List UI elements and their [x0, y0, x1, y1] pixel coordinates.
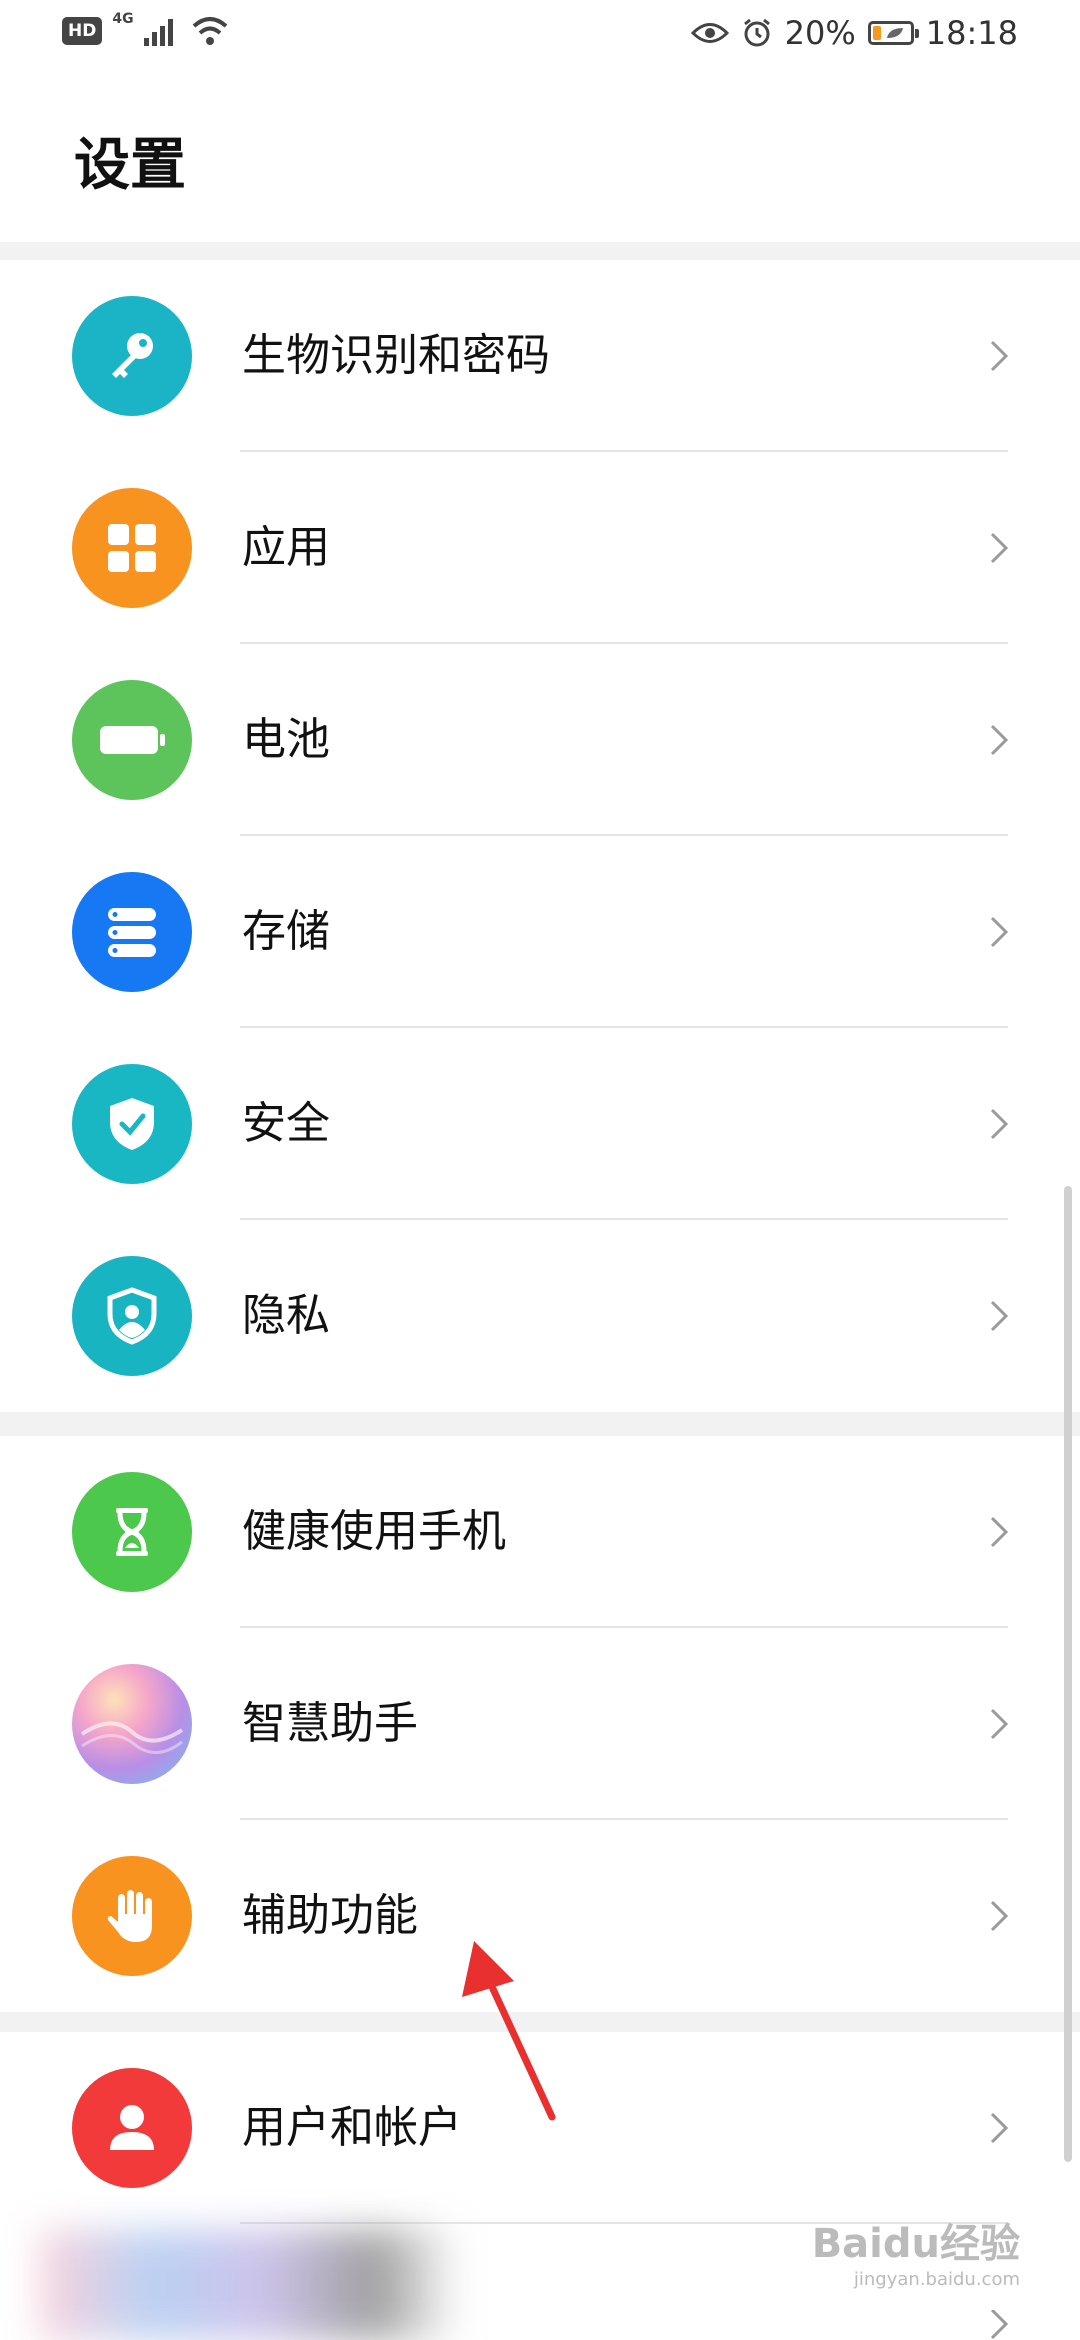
hand-icon — [72, 1856, 192, 1976]
settings-item-label: 应用 — [242, 522, 330, 573]
page-title: 设置 — [74, 133, 186, 198]
status-right: 20% 18:18 — [690, 14, 1018, 52]
settings-item-apps[interactable]: 应用 — [0, 452, 1080, 644]
chevron-right-icon — [990, 340, 1009, 372]
section-gap — [0, 242, 1080, 260]
status-time: 18:18 — [925, 14, 1018, 52]
section-gap — [0, 1412, 1080, 1436]
wifi-icon — [192, 17, 227, 45]
apps-icon — [72, 488, 192, 608]
settings-item-digital-balance[interactable]: 健康使用手机 — [0, 1436, 1080, 1628]
settings-item-label: 电池 — [242, 714, 330, 765]
storage-icon — [72, 872, 192, 992]
chevron-right-icon — [990, 1300, 1009, 1332]
status-bar: HD 4G 20% 18:18 — [0, 0, 1080, 74]
settings-item-label: 辅助功能 — [242, 1890, 418, 1941]
settings-item-storage[interactable]: 存储 — [0, 836, 1080, 1028]
hd-badge: HD — [62, 17, 103, 45]
assistant-icon — [72, 1664, 192, 1784]
chevron-right-icon — [990, 2310, 1009, 2340]
settings-item-privacy[interactable]: 隐私 — [0, 1220, 1080, 1412]
settings-group-2: 健康使用手机 智慧助手 辅助功能 — [0, 1436, 1080, 2012]
key-icon — [72, 296, 192, 416]
eye-icon — [690, 23, 729, 43]
chevron-right-icon — [990, 2112, 1009, 2144]
settings-group-1: 生物识别和密码 应用 电池 存储 安全 隐私 — [0, 260, 1080, 1412]
settings-item-label: 智慧助手 — [242, 1698, 418, 1749]
chevron-right-icon — [990, 1708, 1009, 1740]
alarm-icon — [743, 18, 770, 47]
settings-item-battery[interactable]: 电池 — [0, 644, 1080, 836]
chevron-right-icon — [990, 724, 1009, 756]
blurred-row — [40, 2230, 460, 2340]
settings-item-assistant[interactable]: 智慧助手 — [0, 1628, 1080, 1820]
privacy-shield-icon — [72, 1256, 192, 1376]
chevron-right-icon — [990, 1900, 1009, 1932]
settings-item-security[interactable]: 安全 — [0, 1028, 1080, 1220]
chevron-right-icon — [990, 532, 1009, 564]
scrollbar[interactable] — [1064, 1186, 1072, 2162]
battery-icon — [72, 680, 192, 800]
annotation-arrow — [462, 1941, 556, 2121]
watermark: Baidu经验 jingyan.baidu.com — [812, 2211, 1020, 2290]
watermark-url: jingyan.baidu.com — [853, 2269, 1020, 2290]
user-icon — [72, 2068, 192, 2188]
battery-icon — [867, 21, 919, 45]
hourglass-icon — [72, 1472, 192, 1592]
watermark-brand: Baidu经验 — [811, 2221, 1020, 2267]
settings-item-label: 隐私 — [242, 1290, 330, 1341]
chevron-right-icon — [990, 916, 1009, 948]
signal-icon — [143, 19, 173, 46]
status-left: HD 4G — [62, 11, 230, 46]
settings-item-label: 存储 — [242, 906, 330, 957]
settings-item-label: 安全 — [242, 1098, 330, 1149]
shield-check-icon — [72, 1064, 192, 1184]
settings-item-label: 健康使用手机 — [242, 1506, 506, 1557]
network-type: 4G — [112, 11, 134, 27]
settings-item-label: 用户和帐户 — [242, 2102, 462, 2153]
settings-item-biometrics[interactable]: 生物识别和密码 — [0, 260, 1080, 452]
battery-percent: 20% — [784, 14, 856, 52]
chevron-right-icon — [990, 1516, 1009, 1548]
settings-item-label: 生物识别和密码 — [242, 330, 550, 381]
chevron-right-icon — [990, 1108, 1009, 1140]
